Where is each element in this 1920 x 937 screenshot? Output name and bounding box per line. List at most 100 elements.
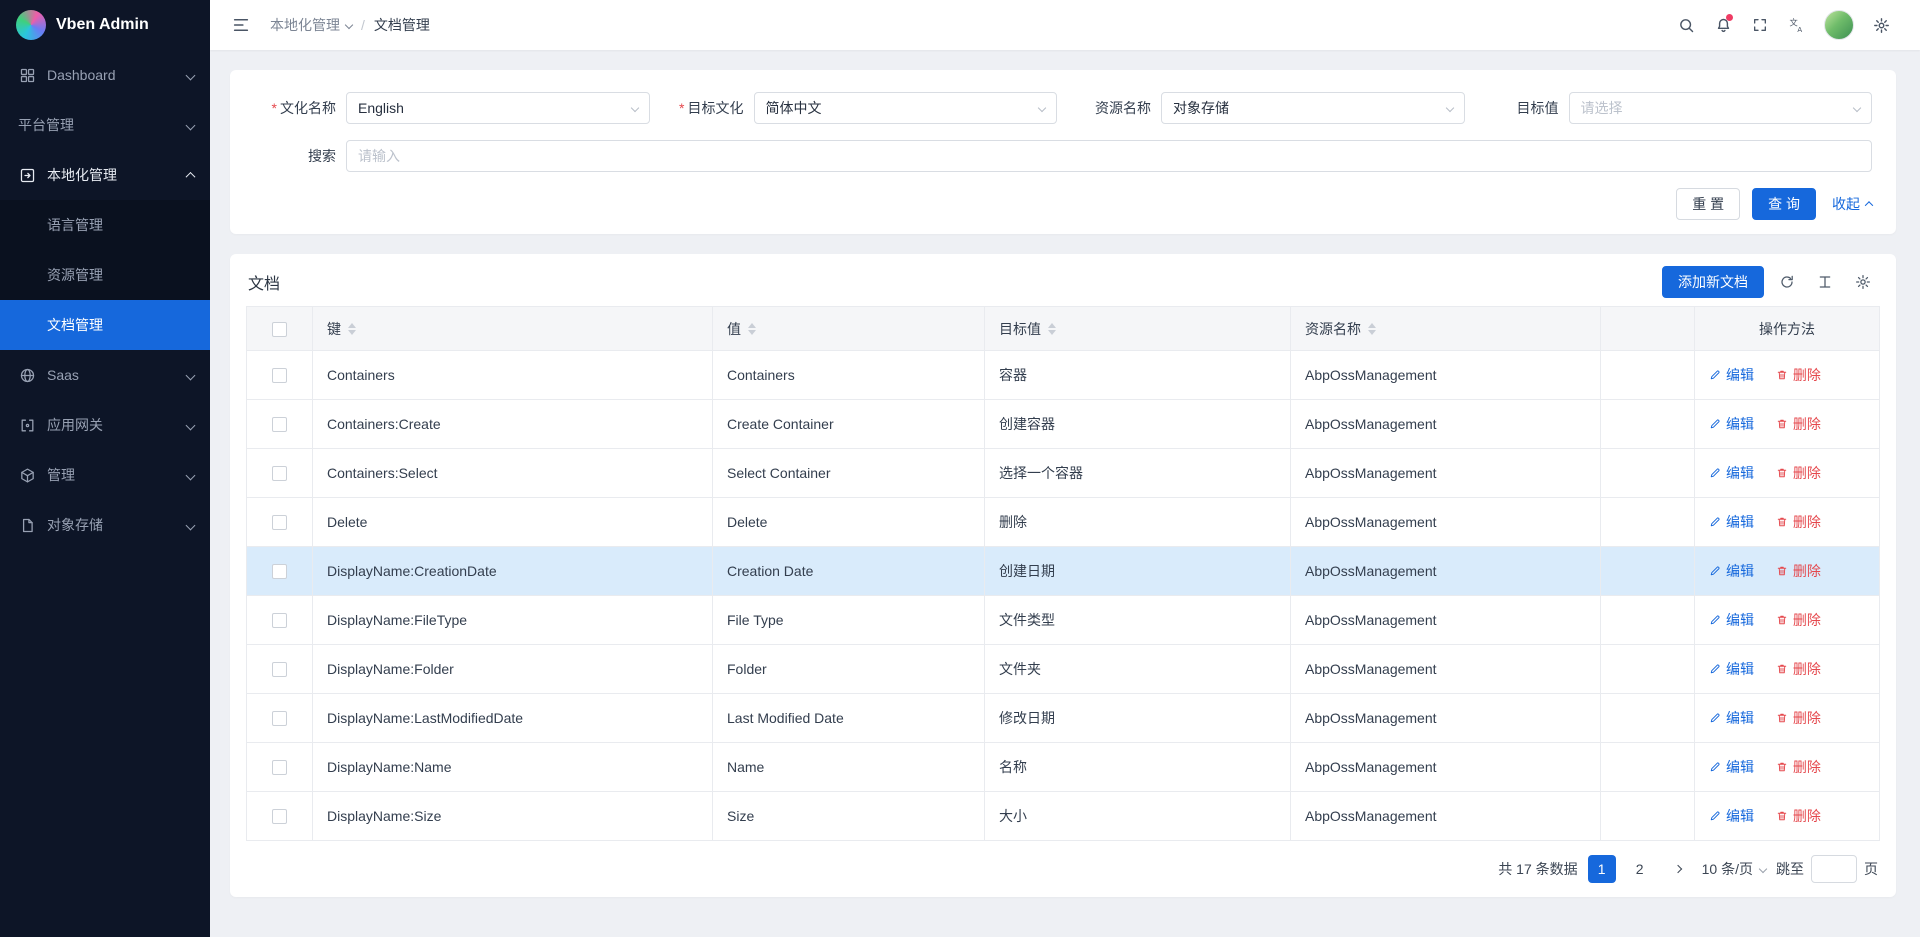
sidebar-item-label: 本地化管理 [47, 165, 187, 185]
chevron-up-icon [1865, 201, 1873, 209]
cell-target: 创建容器 [985, 400, 1291, 449]
fullscreen-icon[interactable] [1743, 8, 1777, 42]
culture-name-select[interactable]: English [346, 92, 650, 124]
add-document-button[interactable]: 添加新文档 [1662, 266, 1764, 298]
resource-name-select[interactable]: 对象存储 [1161, 92, 1465, 124]
delete-button[interactable]: 删除 [1776, 806, 1821, 826]
notification-dot [1726, 14, 1733, 21]
edit-button[interactable]: 编辑 [1709, 806, 1754, 826]
row-checkbox[interactable] [272, 662, 287, 677]
query-button[interactable]: 查 询 [1752, 188, 1816, 220]
collapse-link[interactable]: 收起 [1832, 194, 1872, 214]
avatar[interactable] [1824, 10, 1854, 40]
app-logo[interactable]: Vben Admin [0, 0, 210, 50]
sidebar-item-document-management[interactable]: 文档管理 [0, 300, 210, 350]
notification-bell-icon[interactable] [1706, 8, 1740, 42]
sidebar-item-object-storage[interactable]: 对象存储 [0, 500, 210, 550]
sidebar-item-language-management[interactable]: 语言管理 [0, 200, 210, 250]
delete-button[interactable]: 删除 [1776, 708, 1821, 728]
row-checkbox[interactable] [272, 760, 287, 775]
edit-button[interactable]: 编辑 [1709, 512, 1754, 532]
target-culture-select[interactable]: 简体中文 [754, 92, 1058, 124]
select-all-cell [247, 307, 313, 351]
cell-value: File Type [713, 596, 985, 645]
sidebar-item-gateway[interactable]: 应用网关 [0, 400, 210, 450]
row-checkbox[interactable] [272, 466, 287, 481]
column-header-target[interactable]: 目标值 [985, 307, 1291, 351]
next-page-button[interactable] [1664, 855, 1692, 883]
row-checkbox[interactable] [272, 711, 287, 726]
search-icon[interactable] [1669, 8, 1703, 42]
search-label: 搜索 [254, 146, 346, 166]
chevron-down-icon [1445, 104, 1453, 112]
page-button-2[interactable]: 2 [1626, 855, 1654, 883]
cell-value: Last Modified Date [713, 694, 985, 743]
cell-key: DisplayName:LastModifiedDate [313, 694, 713, 743]
column-header-resource[interactable]: 资源名称 [1291, 307, 1601, 351]
sidebar-item-platform[interactable]: 平台管理 [0, 100, 210, 150]
edit-button[interactable]: 编辑 [1709, 659, 1754, 679]
row-checkbox[interactable] [272, 613, 287, 628]
breadcrumb-section[interactable]: 本地化管理 [270, 15, 352, 35]
menu-fold-icon[interactable] [224, 8, 258, 42]
edit-button[interactable]: 编辑 [1709, 365, 1754, 385]
delete-button[interactable]: 删除 [1776, 610, 1821, 630]
row-checkbox[interactable] [272, 809, 287, 824]
search-row: 搜索 [254, 140, 1872, 172]
svg-text:文: 文 [1790, 17, 1798, 27]
sidebar-item-label: 文档管理 [47, 315, 194, 335]
edit-button[interactable]: 编辑 [1709, 414, 1754, 434]
cell-target: 文件夹 [985, 645, 1291, 694]
column-header-key[interactable]: 键 [313, 307, 713, 351]
chevron-down-icon [630, 104, 638, 112]
page-button-1[interactable]: 1 [1588, 855, 1616, 883]
delete-button[interactable]: 删除 [1776, 561, 1821, 581]
chevron-down-icon [186, 520, 196, 530]
sidebar-item-label: 语言管理 [47, 215, 194, 235]
jump-prefix-label: 跳至 [1776, 859, 1804, 879]
cell-target: 修改日期 [985, 694, 1291, 743]
delete-button[interactable]: 删除 [1776, 659, 1821, 679]
translate-icon[interactable]: 文A [1780, 8, 1814, 42]
delete-button[interactable]: 删除 [1776, 463, 1821, 483]
edit-button[interactable]: 编辑 [1709, 463, 1754, 483]
field-culture-name: *文化名称 English [254, 92, 650, 124]
sidebar-item-saas[interactable]: Saas [0, 350, 210, 400]
refresh-icon[interactable] [1772, 267, 1802, 297]
column-settings-gear-icon[interactable] [1848, 267, 1878, 297]
cell-target: 文件类型 [985, 596, 1291, 645]
reset-button[interactable]: 重 置 [1676, 188, 1740, 220]
row-checkbox[interactable] [272, 417, 287, 432]
jump-page-input[interactable] [1811, 855, 1857, 883]
sidebar-item-management[interactable]: 管理 [0, 450, 210, 500]
row-checkbox[interactable] [272, 564, 287, 579]
delete-button[interactable]: 删除 [1776, 512, 1821, 532]
target-value-select[interactable]: 请选择 [1569, 92, 1873, 124]
delete-button[interactable]: 删除 [1776, 365, 1821, 385]
logo-icon [16, 10, 46, 40]
row-checkbox[interactable] [272, 368, 287, 383]
chevron-up-icon [186, 171, 196, 181]
row-checkbox[interactable] [272, 515, 287, 530]
edit-button[interactable]: 编辑 [1709, 561, 1754, 581]
search-input[interactable] [346, 140, 1872, 172]
cell-resource: AbpOssManagement [1291, 743, 1601, 792]
sidebar-item-resource-management[interactable]: 资源管理 [0, 250, 210, 300]
topbar-actions: 文A [1669, 8, 1898, 42]
sidebar-menu: Dashboard 平台管理 本地化管理 语言管理 资源管理 文档管理 [0, 50, 210, 550]
column-header-value[interactable]: 值 [713, 307, 985, 351]
page-size-select[interactable]: 10 条/页 [1702, 859, 1766, 879]
table-row: DisplayName:FileType File Type 文件类型 AbpO… [247, 596, 1880, 645]
settings-gear-icon[interactable] [1864, 8, 1898, 42]
edit-button[interactable]: 编辑 [1709, 610, 1754, 630]
edit-button[interactable]: 编辑 [1709, 708, 1754, 728]
sidebar-item-localization[interactable]: 本地化管理 [0, 150, 210, 200]
sidebar-item-label: 平台管理 [18, 115, 187, 135]
row-height-icon[interactable] [1810, 267, 1840, 297]
filter-fields-row: *文化名称 English *目标文化 简体中文 资源名称 对象存储 [254, 92, 1872, 124]
delete-button[interactable]: 删除 [1776, 757, 1821, 777]
sidebar-item-dashboard[interactable]: Dashboard [0, 50, 210, 100]
select-all-checkbox[interactable] [272, 322, 287, 337]
edit-button[interactable]: 编辑 [1709, 757, 1754, 777]
delete-button[interactable]: 删除 [1776, 414, 1821, 434]
